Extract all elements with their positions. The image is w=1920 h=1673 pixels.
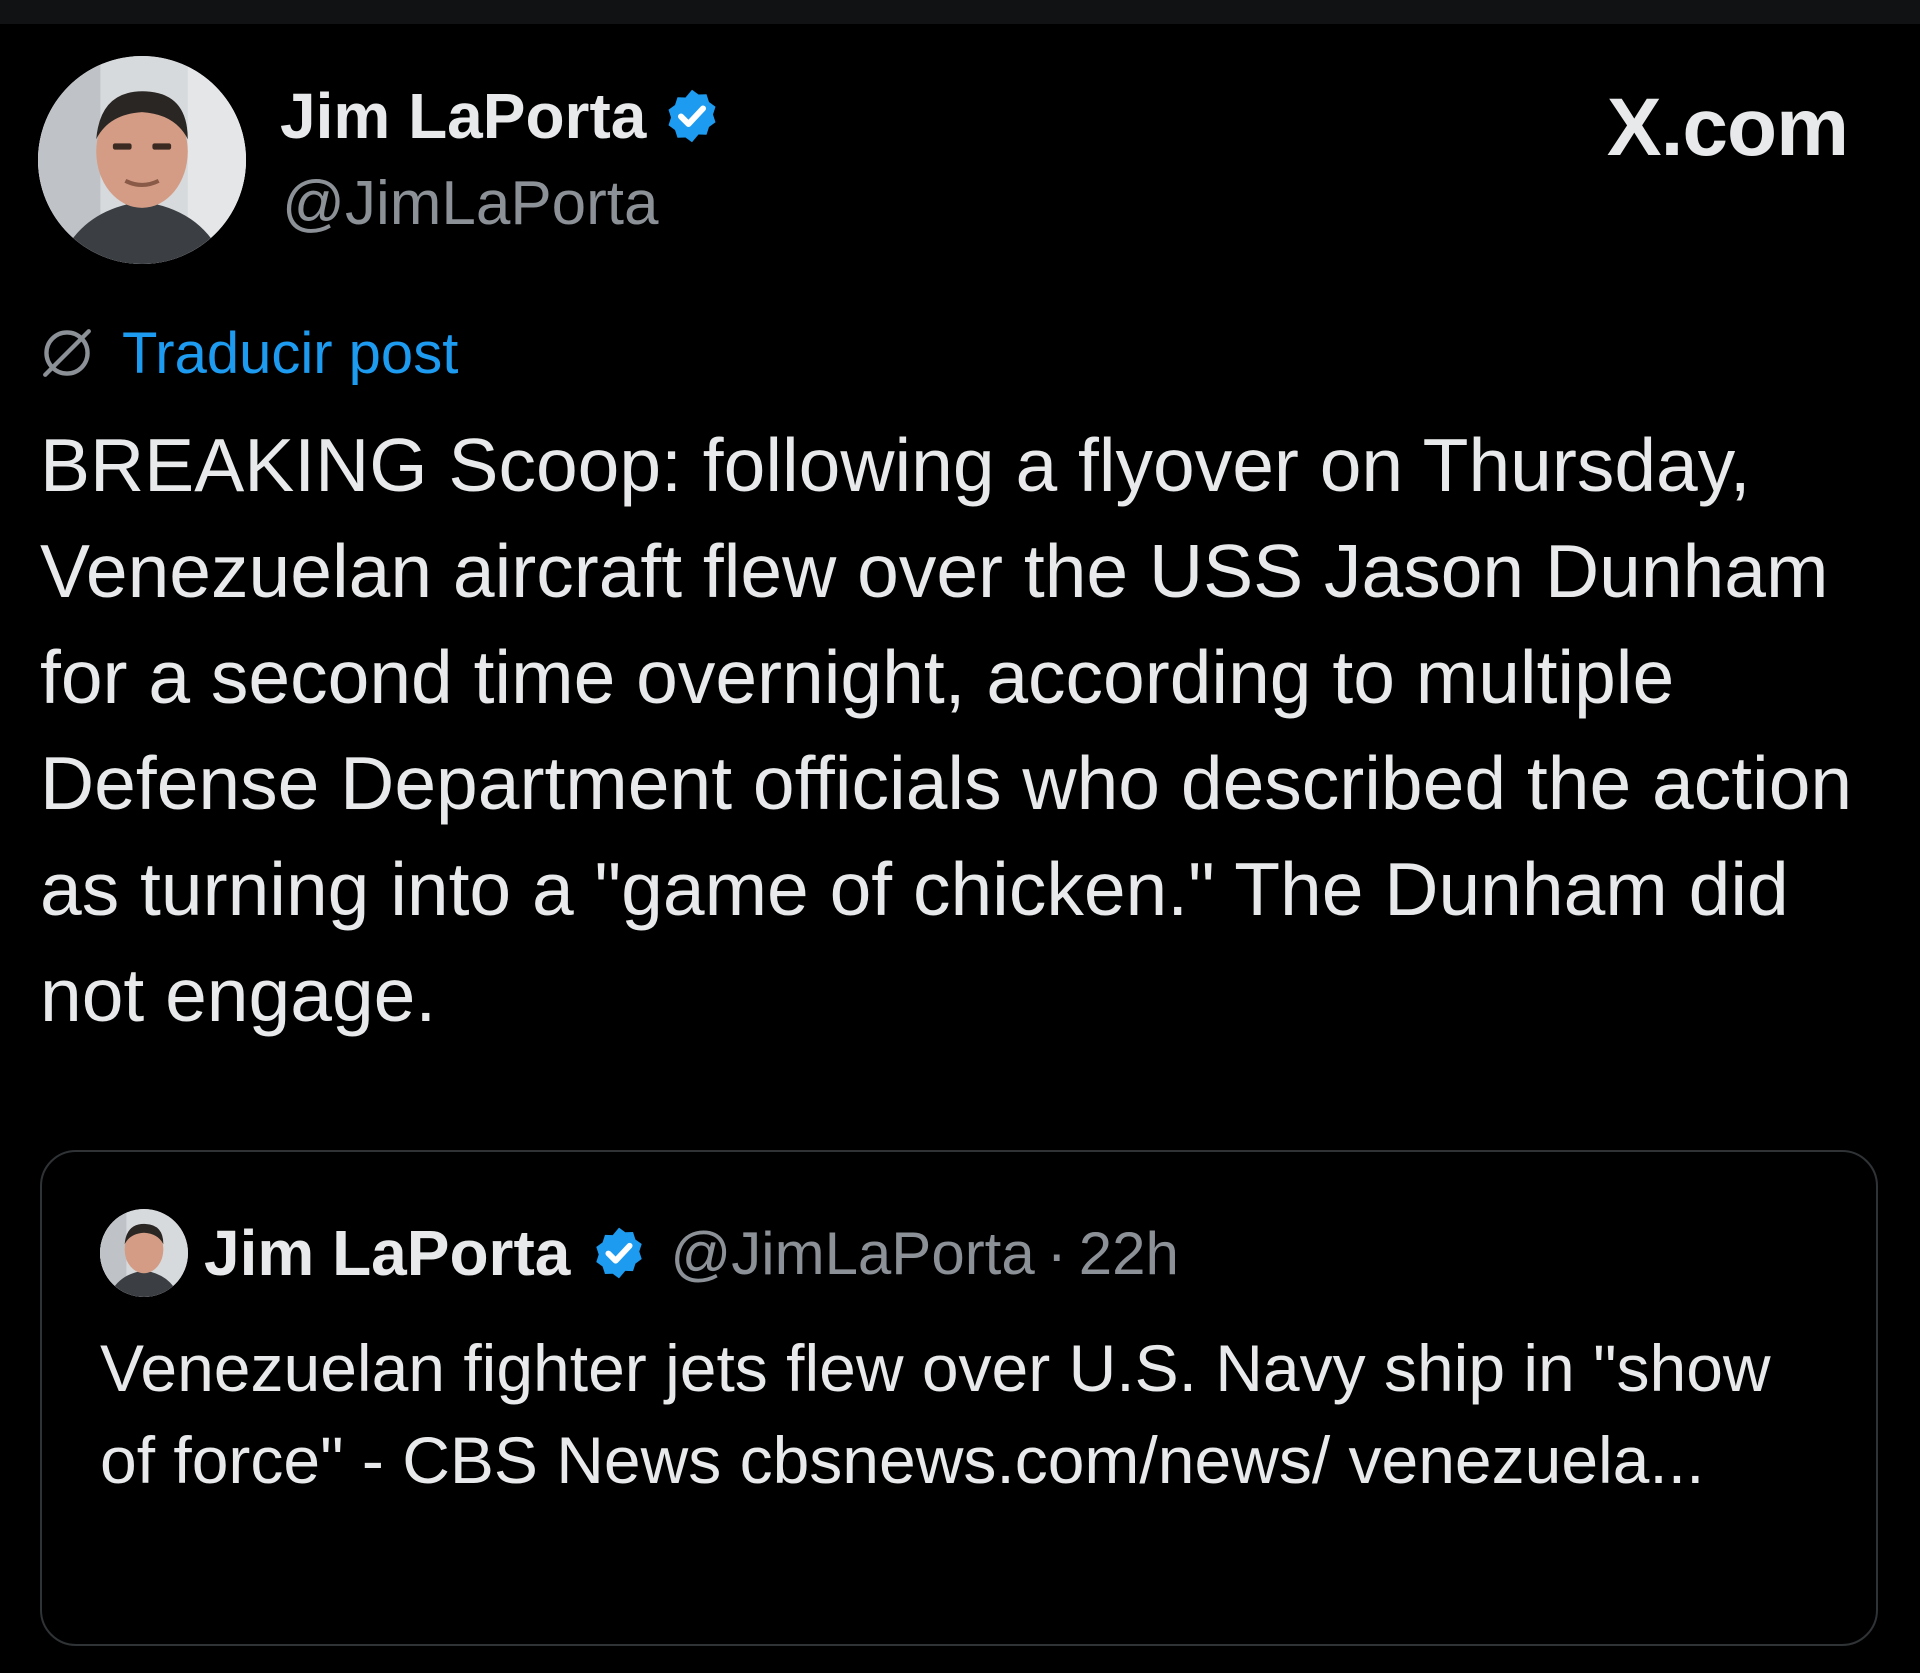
quoted-author-avatar[interactable]	[100, 1209, 188, 1297]
globe-icon	[43, 329, 91, 377]
quoted-post-timestamp[interactable]: 22h	[1079, 1219, 1179, 1288]
author-handle[interactable]: @JimLaPorta	[282, 164, 659, 244]
top-strip	[0, 0, 1920, 24]
quoted-post-header: Jim LaPorta @JimLaPorta · 22h	[100, 1208, 1179, 1298]
verified-badge-icon	[668, 89, 716, 143]
quoted-separator: ·	[1046, 1219, 1067, 1287]
quoted-author-avatar-image	[100, 1209, 188, 1297]
quoted-post-text: Venezuelan fighter jets flew over U.S. N…	[100, 1331, 1771, 1497]
translate-post-link[interactable]: Traducir post	[122, 320, 458, 387]
author-display-name-row[interactable]: Jim LaPorta	[280, 76, 722, 156]
author-display-name[interactable]: Jim LaPorta	[280, 76, 646, 156]
brand-watermark: X.com	[1606, 82, 1849, 173]
post-text: BREAKING Scoop: following a flyover on T…	[40, 423, 1853, 1037]
translate-row[interactable]: Traducir post	[38, 318, 458, 388]
quoted-post-card[interactable]: Jim LaPorta @JimLaPorta · 22h Venezuelan…	[40, 1150, 1878, 1646]
quoted-author-handle[interactable]: @JimLaPorta	[670, 1219, 1034, 1288]
quoted-verified-badge-icon	[596, 1227, 643, 1279]
author-avatar[interactable]	[38, 56, 246, 264]
author-avatar-image	[38, 56, 246, 264]
quoted-author-display-name[interactable]: Jim LaPorta	[204, 1216, 570, 1290]
